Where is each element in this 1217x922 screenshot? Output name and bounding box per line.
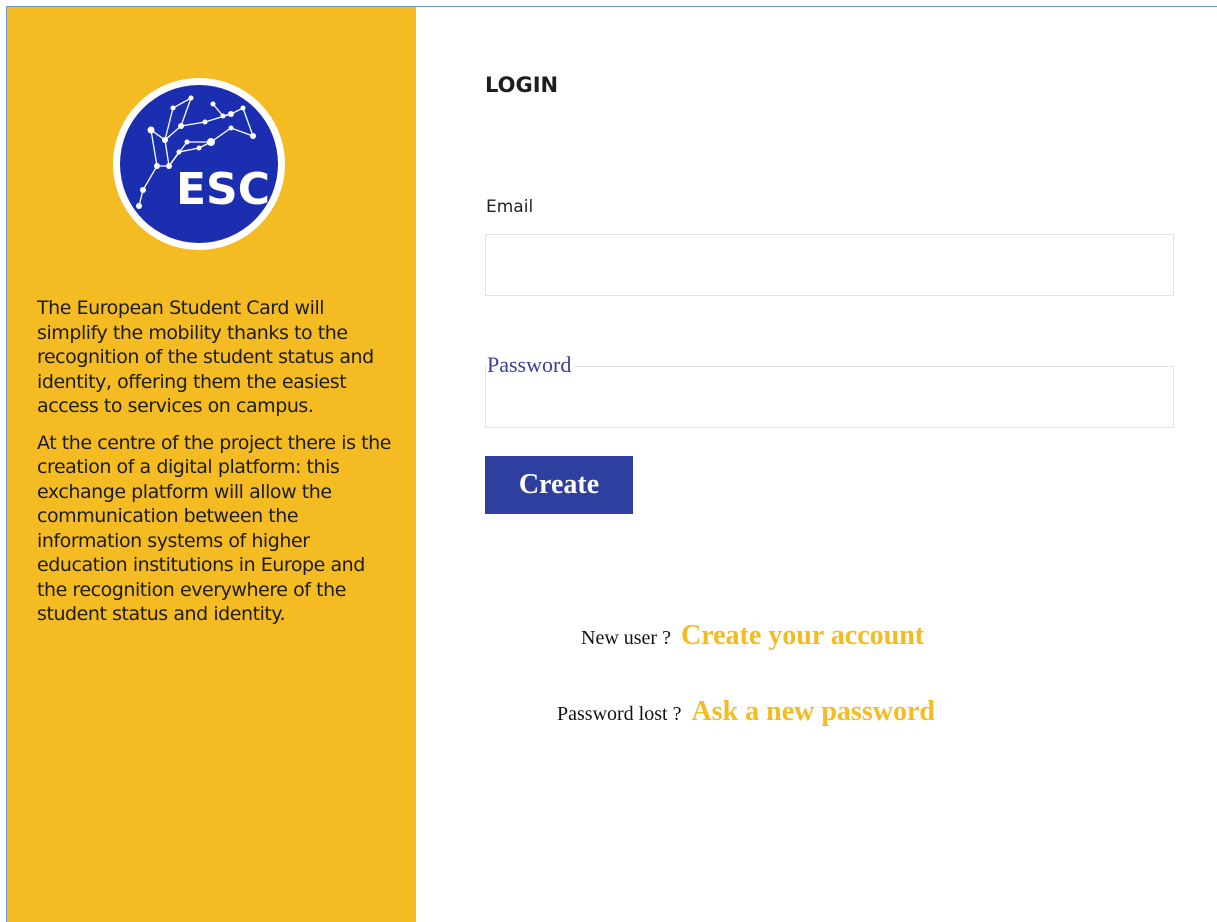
- password-lost-row: Password lost ? Ask a new password: [557, 696, 935, 728]
- ask-password-link[interactable]: Ask a new password: [691, 696, 935, 727]
- esc-logo: ESC: [113, 78, 285, 250]
- info-sidebar: ESC The European Student Card will simpl…: [7, 7, 416, 922]
- create-button[interactable]: Create: [485, 456, 633, 514]
- password-label: Password: [487, 352, 575, 378]
- login-title: LOGIN: [485, 73, 559, 97]
- email-label: Email: [486, 197, 534, 217]
- email-field[interactable]: [485, 234, 1174, 296]
- description-paragraph-2: At the centre of the project there is th…: [37, 431, 391, 626]
- logo-text: ESC: [176, 164, 270, 215]
- create-account-link[interactable]: Create your account: [681, 620, 924, 651]
- password-lost-prompt: Password lost ?: [557, 703, 682, 725]
- password-field[interactable]: [485, 366, 1174, 428]
- new-user-prompt: New user ?: [581, 627, 671, 649]
- new-user-row: New user ? Create your account: [581, 620, 924, 652]
- sidebar-description: The European Student Card will simplify …: [37, 296, 397, 639]
- description-paragraph-1: The European Student Card will simplify …: [37, 297, 374, 417]
